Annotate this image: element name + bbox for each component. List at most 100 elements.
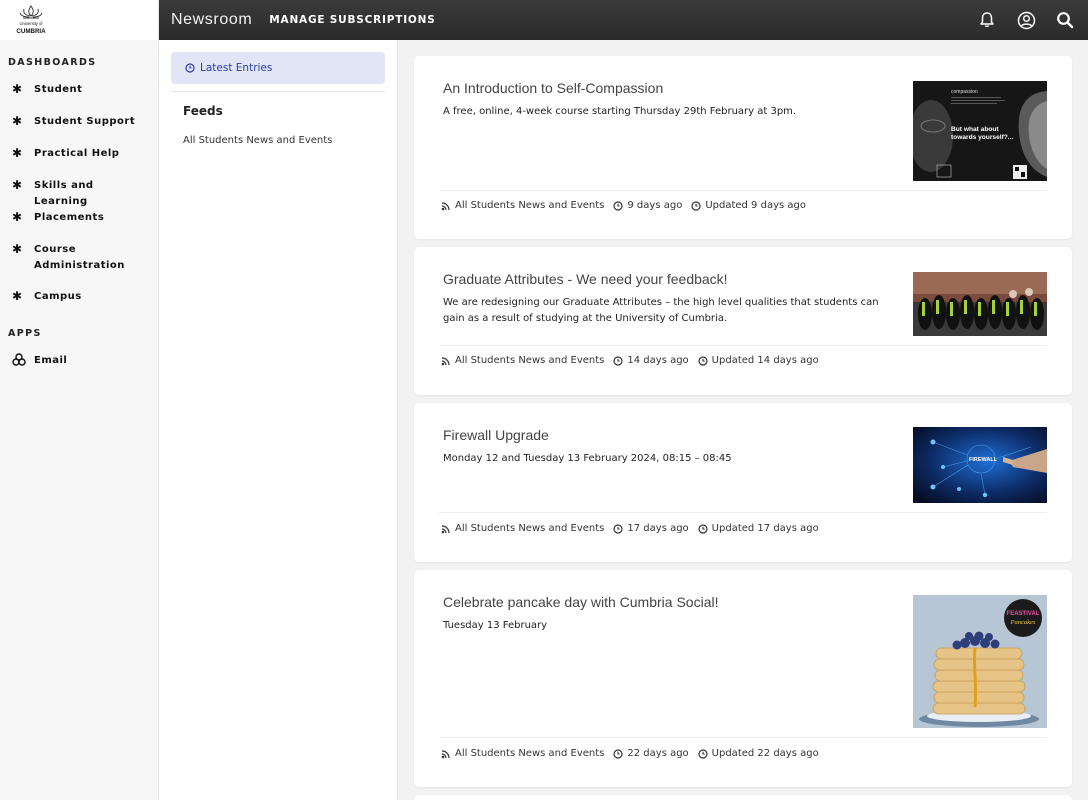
entry-updated: Updated 14 days ago — [711, 355, 819, 366]
entry-description: A free, online, 4-week course starting T… — [443, 106, 797, 117]
image-headline-2: towards yourself?... — [951, 134, 1013, 141]
entry-title[interactable]: Celebrate pancake day with Cumbria Socia… — [443, 594, 718, 610]
asterisk-icon: ✱ — [12, 82, 23, 96]
entry-feed-name[interactable]: All Students News and Events — [455, 200, 604, 211]
app-title[interactable]: Newsroom — [171, 11, 252, 29]
asterisk-icon: ✱ — [12, 146, 23, 160]
entry-card[interactable]: Graduate Attributes - We need your feedb… — [414, 247, 1072, 395]
latest-entries-label: Latest Entries — [200, 62, 273, 74]
card-divider — [439, 190, 1047, 191]
image-caption: FIREWALL — [969, 457, 998, 463]
card-divider — [439, 345, 1047, 346]
asterisk-icon: ✱ — [12, 210, 23, 224]
sidebar-item-placements[interactable]: ✱ Placements — [0, 210, 144, 226]
asterisk-icon: ✱ — [12, 114, 23, 128]
entry-description: Monday 12 and Tuesday 13 February 2024, … — [443, 453, 732, 464]
apps-label: APPS — [8, 328, 42, 339]
image-badge-line-2: Pancakes — [1010, 619, 1036, 626]
sidebar-item-label: Placements — [34, 212, 105, 223]
entry-image[interactable] — [913, 272, 1047, 336]
entry-feed-name[interactable]: All Students News and Events — [455, 523, 604, 534]
asterisk-icon: ✱ — [12, 178, 23, 192]
sidebar-item-label: Skills and Learning — [34, 180, 94, 207]
sidebar-item-skills-and-learning[interactable]: ✱ Skills and Learning — [0, 178, 144, 210]
entry-card[interactable]: Celebrate pancake day with Cumbria Socia… — [414, 570, 1072, 787]
clock-icon — [698, 355, 708, 366]
entry-updated: Updated 17 days ago — [711, 523, 819, 534]
feeds-heading: Feeds — [183, 104, 223, 118]
entry-image[interactable]: compassion But what about towards yourse… — [913, 81, 1047, 181]
card-divider — [439, 512, 1047, 513]
sidebar-item-label: Student Support — [34, 116, 136, 127]
dashboards-label: DASHBOARDS — [8, 57, 97, 68]
feeds-panel: Latest Entries Feeds All Students News a… — [159, 40, 398, 800]
search-icon[interactable] — [1054, 9, 1076, 31]
entry-feed-name[interactable]: All Students News and Events — [455, 355, 604, 366]
sidebar-item-label: Practical Help — [34, 148, 120, 159]
image-headline-1: But what about — [951, 126, 999, 133]
feed-item-all-students[interactable]: All Students News and Events — [183, 135, 332, 146]
rss-icon — [441, 201, 451, 211]
entry-age: 17 days ago — [627, 523, 689, 534]
rss-icon — [441, 356, 451, 366]
top-bar: Newsroom MANAGE SUBSCRIPTIONS — [159, 0, 1088, 40]
clock-icon — [613, 355, 623, 366]
bell-icon[interactable] — [976, 9, 998, 31]
asterisk-icon: ✱ — [12, 289, 23, 303]
sidebar-item-label: Campus — [34, 291, 82, 302]
image-badge-line-1: FEASTIVAL — [1007, 611, 1040, 617]
clock-icon — [698, 523, 708, 534]
email-app-icon — [12, 353, 34, 370]
entry-card[interactable]: Firewall Upgrade Monday 12 and Tuesday 1… — [414, 403, 1072, 562]
sidebar-item-practical-help[interactable]: ✱ Practical Help — [0, 146, 144, 162]
sidebar-item-course-administration[interactable]: ✱ Course Administration — [0, 242, 124, 274]
manage-subscriptions-link[interactable]: MANAGE SUBSCRIPTIONS — [269, 14, 435, 26]
entry-updated: Updated 22 days ago — [711, 748, 819, 759]
entry-age: 9 days ago — [627, 200, 683, 211]
logo-emblem: University of CUMBRIA — [16, 5, 46, 35]
entry-image[interactable]: FIREWALL — [913, 427, 1047, 503]
entry-age: 22 days ago — [627, 748, 689, 759]
entry-updated: Updated 9 days ago — [705, 200, 806, 211]
entries-list: An Introduction to Self-Compassion A fre… — [398, 40, 1088, 800]
sidebar-item-label: Email — [34, 355, 68, 366]
sidebar: University of CUMBRIA DASHBOARDS ✱ Stude… — [0, 0, 159, 800]
entry-feed-name[interactable]: All Students News and Events — [455, 748, 604, 759]
account-icon[interactable] — [1015, 9, 1037, 31]
clock-icon — [613, 748, 623, 759]
entry-card[interactable]: An Introduction to Self-Compassion A fre… — [414, 56, 1072, 239]
logo-text-main: CUMBRIA — [16, 28, 46, 35]
rss-icon — [441, 524, 451, 534]
sidebar-item-student-support[interactable]: ✱ Student Support — [0, 114, 144, 130]
entry-meta: All Students News and Events 9 days ago … — [441, 200, 815, 211]
asterisk-icon: ✱ — [12, 242, 23, 256]
sidebar-item-campus[interactable]: ✱ Campus — [0, 289, 144, 305]
university-logo[interactable]: University of CUMBRIA — [0, 0, 158, 40]
clock-icon — [613, 523, 623, 534]
entry-description: Tuesday 13 February — [443, 620, 548, 631]
entry-title[interactable]: An Introduction to Self-Compassion — [443, 80, 663, 96]
divider — [171, 91, 385, 92]
entry-age: 14 days ago — [627, 355, 689, 366]
entry-meta: All Students News and Events 17 days ago… — [441, 523, 828, 534]
entry-description: We are redesigning our Graduate Attribut… — [443, 297, 879, 324]
clock-icon — [691, 200, 701, 211]
clock-icon — [613, 200, 623, 211]
rss-icon — [441, 749, 451, 759]
entry-meta: All Students News and Events 22 days ago… — [441, 748, 828, 759]
sidebar-item-student[interactable]: ✱ Student — [0, 82, 144, 98]
image-caption-small: compassion — [951, 89, 978, 95]
sidebar-item-email[interactable]: Email — [0, 353, 144, 370]
entry-title[interactable]: Graduate Attributes - We need your feedb… — [443, 271, 728, 287]
entry-card[interactable] — [414, 795, 1072, 800]
latest-entries-button[interactable]: Latest Entries — [171, 52, 385, 84]
logo-text-top: University of — [19, 21, 43, 26]
entry-meta: All Students News and Events 14 days ago… — [441, 355, 828, 366]
card-divider — [439, 737, 1047, 738]
sidebar-item-label: Course Administration — [34, 244, 125, 271]
clock-icon — [185, 63, 195, 73]
entry-image[interactable]: FEASTIVAL Pancakes — [913, 595, 1047, 728]
clock-icon — [698, 748, 708, 759]
entry-title[interactable]: Firewall Upgrade — [443, 427, 549, 443]
sidebar-item-label: Student — [34, 84, 83, 95]
